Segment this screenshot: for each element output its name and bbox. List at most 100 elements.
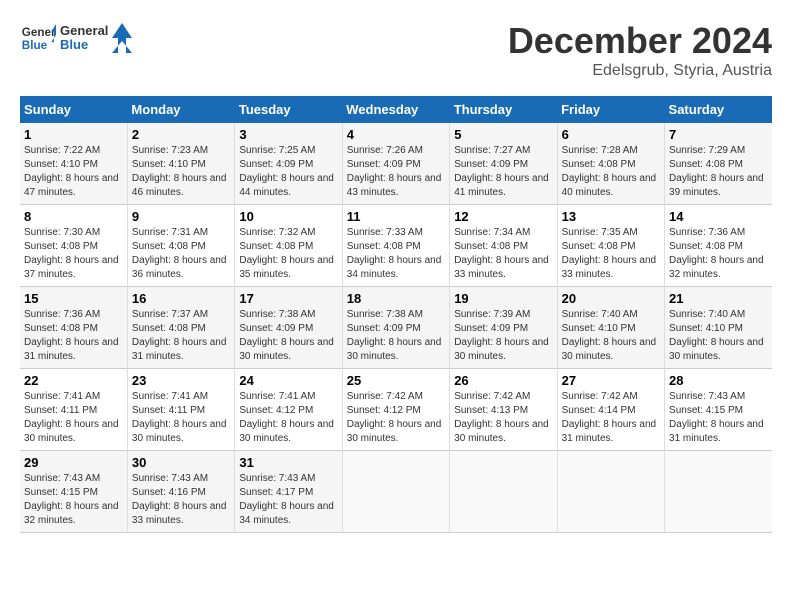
day-number: 12 [454,209,552,224]
day-number: 23 [132,373,230,388]
calendar-cell: 19 Sunrise: 7:39 AMSunset: 4:09 PMDaylig… [450,287,557,369]
calendar-cell: 23 Sunrise: 7:41 AMSunset: 4:11 PMDaylig… [127,369,234,451]
day-info: Sunrise: 7:30 AMSunset: 4:08 PMDaylight:… [24,227,119,280]
day-number: 8 [24,209,123,224]
day-info: Sunrise: 7:38 AMSunset: 4:09 PMDaylight:… [347,309,442,362]
day-number: 6 [562,127,660,142]
calendar-cell: 5 Sunrise: 7:27 AMSunset: 4:09 PMDayligh… [450,123,557,205]
day-number: 22 [24,373,123,388]
day-info: Sunrise: 7:31 AMSunset: 4:08 PMDaylight:… [132,227,227,280]
day-info: Sunrise: 7:39 AMSunset: 4:09 PMDaylight:… [454,309,549,362]
day-info: Sunrise: 7:27 AMSunset: 4:09 PMDaylight:… [454,145,549,198]
calendar-cell: 29 Sunrise: 7:43 AMSunset: 4:15 PMDaylig… [20,451,127,533]
header-friday: Friday [557,96,664,123]
day-info: Sunrise: 7:42 AMSunset: 4:13 PMDaylight:… [454,391,549,444]
header-monday: Monday [127,96,234,123]
day-info: Sunrise: 7:40 AMSunset: 4:10 PMDaylight:… [562,309,657,362]
calendar-week-row: 15 Sunrise: 7:36 AMSunset: 4:08 PMDaylig… [20,287,772,369]
calendar-cell: 1 Sunrise: 7:22 AMSunset: 4:10 PMDayligh… [20,123,127,205]
day-info: Sunrise: 7:42 AMSunset: 4:14 PMDaylight:… [562,391,657,444]
day-number: 26 [454,373,552,388]
day-info: Sunrise: 7:32 AMSunset: 4:08 PMDaylight:… [239,227,334,280]
day-info: Sunrise: 7:40 AMSunset: 4:10 PMDaylight:… [669,309,764,362]
calendar-cell: 4 Sunrise: 7:26 AMSunset: 4:09 PMDayligh… [342,123,449,205]
day-info: Sunrise: 7:36 AMSunset: 4:08 PMDaylight:… [24,309,119,362]
logo-general: General [60,24,108,38]
day-info: Sunrise: 7:41 AMSunset: 4:11 PMDaylight:… [24,391,119,444]
day-info: Sunrise: 7:43 AMSunset: 4:15 PMDaylight:… [669,391,764,444]
day-info: Sunrise: 7:38 AMSunset: 4:09 PMDaylight:… [239,309,334,362]
day-number: 4 [347,127,445,142]
calendar-cell: 3 Sunrise: 7:25 AMSunset: 4:09 PMDayligh… [235,123,342,205]
day-number: 17 [239,291,337,306]
logo-icon: General Blue [20,20,56,56]
day-number: 11 [347,209,445,224]
day-number: 15 [24,291,123,306]
logo: General Blue General Blue [20,20,132,56]
calendar-cell: 9 Sunrise: 7:31 AMSunset: 4:08 PMDayligh… [127,205,234,287]
day-info: Sunrise: 7:26 AMSunset: 4:09 PMDaylight:… [347,145,442,198]
calendar-week-row: 29 Sunrise: 7:43 AMSunset: 4:15 PMDaylig… [20,451,772,533]
calendar-table: SundayMondayTuesdayWednesdayThursdayFrid… [20,96,772,533]
svg-text:General: General [22,26,56,39]
calendar-header-row: SundayMondayTuesdayWednesdayThursdayFrid… [20,96,772,123]
calendar-cell: 12 Sunrise: 7:34 AMSunset: 4:08 PMDaylig… [450,205,557,287]
calendar-cell [665,451,772,533]
day-number: 28 [669,373,768,388]
day-number: 24 [239,373,337,388]
day-number: 27 [562,373,660,388]
day-number: 21 [669,291,768,306]
calendar-cell: 24 Sunrise: 7:41 AMSunset: 4:12 PMDaylig… [235,369,342,451]
calendar-cell: 30 Sunrise: 7:43 AMSunset: 4:16 PMDaylig… [127,451,234,533]
day-info: Sunrise: 7:22 AMSunset: 4:10 PMDaylight:… [24,145,119,198]
calendar-cell: 27 Sunrise: 7:42 AMSunset: 4:14 PMDaylig… [557,369,664,451]
svg-text:Blue: Blue [22,39,48,52]
day-number: 18 [347,291,445,306]
day-number: 30 [132,455,230,470]
day-info: Sunrise: 7:34 AMSunset: 4:08 PMDaylight:… [454,227,549,280]
day-info: Sunrise: 7:43 AMSunset: 4:16 PMDaylight:… [132,473,227,526]
day-number: 7 [669,127,768,142]
day-info: Sunrise: 7:43 AMSunset: 4:17 PMDaylight:… [239,473,334,526]
day-number: 16 [132,291,230,306]
day-number: 9 [132,209,230,224]
day-info: Sunrise: 7:42 AMSunset: 4:12 PMDaylight:… [347,391,442,444]
day-number: 19 [454,291,552,306]
header-tuesday: Tuesday [235,96,342,123]
calendar-cell [342,451,449,533]
day-info: Sunrise: 7:28 AMSunset: 4:08 PMDaylight:… [562,145,657,198]
day-number: 3 [239,127,337,142]
day-info: Sunrise: 7:36 AMSunset: 4:08 PMDaylight:… [669,227,764,280]
day-info: Sunrise: 7:43 AMSunset: 4:15 PMDaylight:… [24,473,119,526]
location-subtitle: Edelsgrub, Styria, Austria [508,62,772,80]
page-header: General Blue General Blue December 2024 … [20,20,772,80]
day-info: Sunrise: 7:25 AMSunset: 4:09 PMDaylight:… [239,145,334,198]
day-number: 20 [562,291,660,306]
calendar-cell: 7 Sunrise: 7:29 AMSunset: 4:08 PMDayligh… [665,123,772,205]
calendar-cell: 21 Sunrise: 7:40 AMSunset: 4:10 PMDaylig… [665,287,772,369]
day-info: Sunrise: 7:41 AMSunset: 4:12 PMDaylight:… [239,391,334,444]
calendar-cell: 18 Sunrise: 7:38 AMSunset: 4:09 PMDaylig… [342,287,449,369]
calendar-cell: 13 Sunrise: 7:35 AMSunset: 4:08 PMDaylig… [557,205,664,287]
day-info: Sunrise: 7:29 AMSunset: 4:08 PMDaylight:… [669,145,764,198]
month-title: December 2024 [508,20,772,62]
day-number: 2 [132,127,230,142]
day-info: Sunrise: 7:37 AMSunset: 4:08 PMDaylight:… [132,309,227,362]
calendar-cell [450,451,557,533]
day-number: 14 [669,209,768,224]
header-sunday: Sunday [20,96,127,123]
calendar-cell: 15 Sunrise: 7:36 AMSunset: 4:08 PMDaylig… [20,287,127,369]
calendar-cell: 20 Sunrise: 7:40 AMSunset: 4:10 PMDaylig… [557,287,664,369]
calendar-cell: 11 Sunrise: 7:33 AMSunset: 4:08 PMDaylig… [342,205,449,287]
day-info: Sunrise: 7:23 AMSunset: 4:10 PMDaylight:… [132,145,227,198]
calendar-cell: 10 Sunrise: 7:32 AMSunset: 4:08 PMDaylig… [235,205,342,287]
header-saturday: Saturday [665,96,772,123]
header-wednesday: Wednesday [342,96,449,123]
day-number: 5 [454,127,552,142]
day-number: 31 [239,455,337,470]
day-info: Sunrise: 7:35 AMSunset: 4:08 PMDaylight:… [562,227,657,280]
calendar-week-row: 22 Sunrise: 7:41 AMSunset: 4:11 PMDaylig… [20,369,772,451]
calendar-cell: 31 Sunrise: 7:43 AMSunset: 4:17 PMDaylig… [235,451,342,533]
day-info: Sunrise: 7:33 AMSunset: 4:08 PMDaylight:… [347,227,442,280]
calendar-week-row: 8 Sunrise: 7:30 AMSunset: 4:08 PMDayligh… [20,205,772,287]
